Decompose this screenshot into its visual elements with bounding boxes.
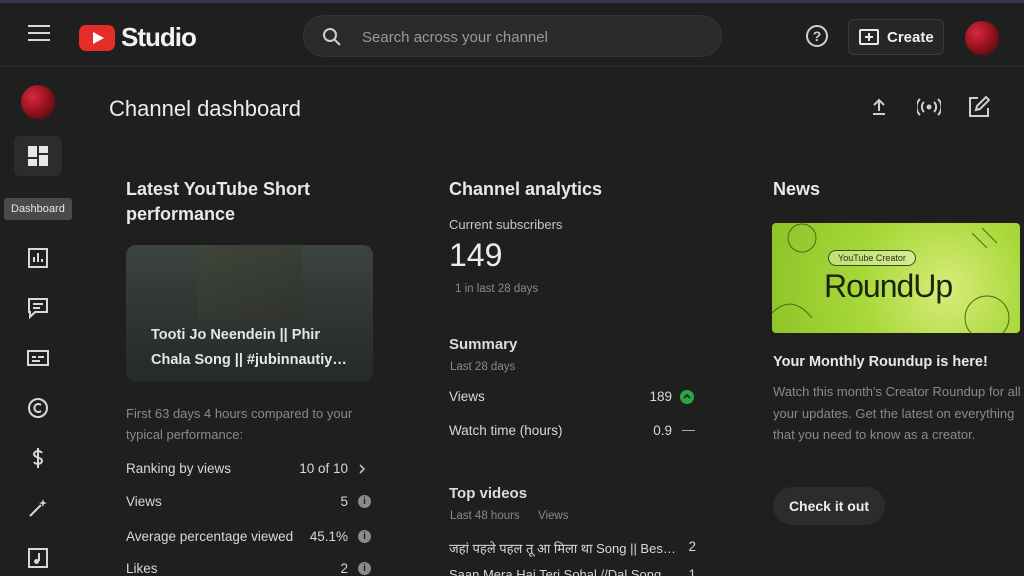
sidebar-item-comments[interactable] [14,288,62,328]
sidebar-item-audio-library[interactable] [14,538,62,576]
page-title: Channel dashboard [109,96,302,121]
search-icon[interactable] [322,27,342,47]
sidebar-item-subtitles[interactable] [14,338,62,378]
short-row-value: 5 [340,494,348,509]
go-live-button[interactable] [914,92,944,122]
dollar-icon [32,448,44,468]
summary-row-value: 0.9 [653,423,672,438]
top-videos-period: Last 48 hours [450,510,520,522]
comments-icon [28,298,48,319]
news-banner-image[interactable]: YouTube Creator RoundUp [772,223,1020,333]
summary-title: Summary [449,336,518,353]
summary-row-label: Views [449,389,485,404]
info-icon[interactable]: i [358,530,371,543]
subscribers-delta: 1 in last 28 days [455,283,539,295]
news-headline: Your Monthly Roundup is here! [773,354,988,370]
short-row-label: Likes [126,561,158,576]
summary-period: Last 28 days [450,361,516,373]
news-title: News [773,179,821,199]
create-label: Create [887,28,934,46]
subscribers-count: 149 [449,237,503,273]
studio-logo[interactable]: Studio [79,22,197,53]
music-note-icon [28,548,48,568]
trend-up-icon [680,390,694,404]
sidebar-item-customization[interactable] [14,488,62,528]
summary-row-value: 189 [649,389,672,404]
short-thumbnail[interactable]: Tooti Jo Neendein || Phir Chala Song || … [126,245,373,382]
thumbnail-image [198,245,302,320]
search-bar[interactable] [303,15,722,57]
menu-icon[interactable] [28,25,50,43]
channel-avatar[interactable] [21,85,55,119]
subtitles-icon [27,350,49,366]
short-row-label: Average percentage viewed [126,529,294,544]
sidebar-item-dashboard[interactable] [14,136,62,176]
top-videos-metric: Views [538,510,569,522]
top-video-title[interactable]: Saan Mera Hai Teri Sohal //Dal Song… [449,567,679,576]
short-row-value: 2 [340,561,348,576]
short-card-title: Latest YouTube Short performance [126,179,311,224]
logo-text: Studio [121,22,197,52]
short-row-label: Views [126,494,162,509]
summary-row-label: Watch time (hours) [449,423,563,438]
top-video-views: 1 [688,567,696,576]
youtube-play-icon [79,24,115,51]
create-post-icon [969,96,990,117]
top-video-views: 2 [688,539,696,554]
short-row-value: 10 of 10 [299,461,348,476]
short-row-value: 45.1% [309,529,348,544]
top-header: Studio ? Create [0,3,1024,67]
sidebar: Dashboard [0,68,76,576]
info-icon[interactable]: i [358,562,371,575]
short-comparison-text: First 63 days 4 hours compared to your t… [126,406,353,442]
upload-icon [873,98,885,115]
info-icon[interactable]: i [358,495,371,508]
magic-wand-icon [29,499,47,517]
account-avatar[interactable] [965,21,999,55]
short-row-label: Ranking by views [126,461,232,476]
analytics-icon [28,248,48,268]
trend-neutral-indicator: — [682,422,695,437]
news-banner-text: RoundUp [824,268,953,304]
check-it-out-button[interactable]: Check it out [773,487,885,525]
copyright-icon [28,398,48,418]
news-banner-chip: YouTube Creator [828,250,916,266]
go-live-icon [917,98,941,116]
search-input[interactable] [362,27,702,47]
sidebar-item-analytics[interactable] [14,238,62,278]
news-body: Watch this month's Creator Roundup for a… [773,384,1021,442]
short-video-title: Tooti Jo Neendein || Phir Chala Song || … [151,327,347,368]
create-video-icon [859,29,879,45]
create-button[interactable]: Create [848,19,944,55]
analytics-title: Channel analytics [449,179,603,199]
top-video-title[interactable]: जहां पहले पहल तू आ मिला था Song || Bes… [449,539,679,557]
subscribers-label: Current subscribers [449,217,563,232]
help-icon[interactable]: ? [806,25,828,47]
chevron-right-icon[interactable] [357,463,367,475]
create-post-button[interactable] [964,92,994,122]
dashboard-icon [28,146,48,166]
upload-button[interactable] [864,92,894,122]
sidebar-tooltip: Dashboard [4,198,72,220]
sidebar-item-earn[interactable] [14,438,62,478]
sidebar-item-copyright[interactable] [14,388,62,428]
top-videos-title: Top videos [449,485,528,502]
